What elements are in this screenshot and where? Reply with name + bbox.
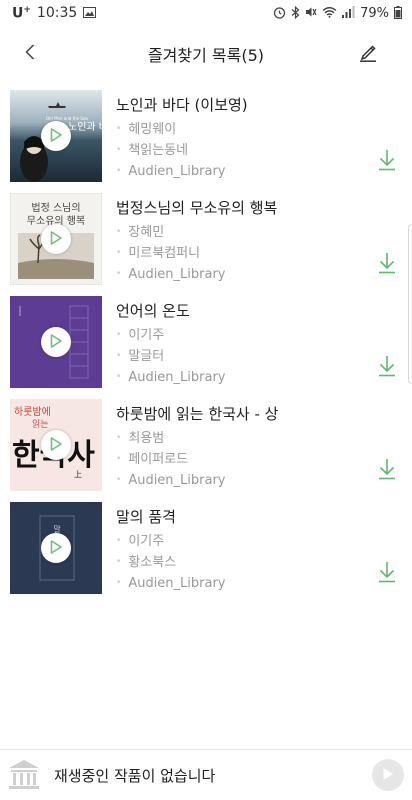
book-title: 언어의 온도 <box>116 302 190 320</box>
mini-player: 재생중인 작품이 없습니다 <box>0 749 412 800</box>
book-author: 이기주 <box>116 532 366 553</box>
cover-subtitle-text: 읽는 <box>32 419 49 430</box>
image-icon <box>83 6 97 20</box>
player-status-text: 재생중인 작품이 없습니다 <box>54 767 216 785</box>
play-icon <box>50 127 62 146</box>
back-button[interactable] <box>16 40 44 68</box>
book-publisher: 황소북스 <box>116 553 366 574</box>
play-button[interactable] <box>41 121 71 151</box>
signal-icon <box>342 6 355 20</box>
book-cover[interactable] <box>10 296 102 388</box>
list-item[interactable]: 말 말의 품격 이기주 황소북스 Audien_Library <box>0 498 412 601</box>
cover-title-text: 노인과 바다 <box>68 121 102 133</box>
library-logo-icon <box>7 758 41 790</box>
list-item[interactable]: 하룻밤에 읽는 한국사 上 하룻밤에 읽는 한국사 - 상 최용범 페이퍼로드 … <box>0 395 412 498</box>
download-icon <box>378 458 396 484</box>
book-author: 장혜민 <box>116 223 366 244</box>
download-button[interactable] <box>376 459 398 483</box>
download-button[interactable] <box>376 150 398 174</box>
list-item[interactable]: 언어의 온도 이기주 말글터 Audien_Library <box>0 292 412 395</box>
book-publisher: 미르북컴퍼니 <box>116 244 366 265</box>
book-library: Audien_Library <box>116 265 366 286</box>
page-title: 즐겨찾기 목록(5) <box>147 46 265 65</box>
download-button[interactable] <box>376 253 398 277</box>
edit-button[interactable] <box>354 40 382 68</box>
download-button[interactable] <box>376 562 398 586</box>
play-icon <box>50 230 62 249</box>
book-library: Audien_Library <box>116 574 366 595</box>
play-button[interactable] <box>41 224 71 254</box>
book-title: 법정스님의 무소유의 행복 <box>116 199 278 217</box>
download-icon <box>378 355 396 381</box>
player-play-button[interactable] <box>372 759 404 791</box>
battery-percent: 79% <box>360 5 389 21</box>
list-item[interactable]: 법정 스님의 무소유의 행복 법정스님의 무소유의 행복 장혜민 미르북컴퍼니 … <box>0 189 412 292</box>
bluetooth-icon <box>291 5 300 21</box>
book-library: Audien_Library <box>116 471 366 492</box>
book-title: 하룻밤에 읽는 한국사 - 상 <box>116 405 279 423</box>
cover-volume-text: 上 <box>74 470 82 479</box>
book-author: 헤밍웨이 <box>116 120 366 141</box>
play-icon <box>382 766 394 785</box>
alarm-icon <box>273 6 286 21</box>
play-button[interactable] <box>41 327 71 357</box>
book-title: 노인과 바다 (이보영) <box>116 96 248 114</box>
status-time: 10:35 <box>36 5 78 21</box>
play-button[interactable] <box>41 430 71 460</box>
chevron-left-icon <box>25 44 35 64</box>
carrier-label: U+ <box>12 4 31 22</box>
favorites-list: 노인과 바다 Old Man and the Sea 노인과 바다 (이보영) … <box>0 86 412 601</box>
book-publisher: 책읽는동네 <box>116 141 366 162</box>
book-cover[interactable]: 하룻밤에 읽는 한국사 上 <box>10 399 102 491</box>
mute-icon <box>305 6 317 20</box>
book-cover[interactable]: 법정 스님의 무소유의 행복 <box>10 193 102 285</box>
download-button[interactable] <box>376 356 398 380</box>
battery-icon <box>394 5 402 21</box>
download-icon <box>378 149 396 175</box>
book-author: 이기주 <box>116 326 366 347</box>
edge-panel-handle[interactable] <box>408 224 412 384</box>
book-publisher: 페이퍼로드 <box>116 450 366 471</box>
app-header: 즐겨찾기 목록(5) <box>0 26 412 82</box>
book-title: 말의 품격 <box>116 508 176 526</box>
pencil-icon <box>359 42 377 66</box>
cover-title-text: 법정 스님의 <box>31 202 80 214</box>
cover-title-text: 하룻밤에 <box>14 405 51 418</box>
list-item[interactable]: 노인과 바다 Old Man and the Sea 노인과 바다 (이보영) … <box>0 86 412 189</box>
wifi-icon <box>322 6 337 20</box>
play-button[interactable] <box>41 533 71 563</box>
book-cover[interactable]: 말 <box>10 502 102 594</box>
book-library: Audien_Library <box>116 162 366 183</box>
book-author: 최용범 <box>116 429 366 450</box>
play-icon <box>50 333 62 352</box>
book-library: Audien_Library <box>116 368 366 389</box>
play-icon <box>50 436 62 455</box>
download-icon <box>378 252 396 278</box>
book-cover[interactable]: 노인과 바다 Old Man and the Sea <box>10 90 102 182</box>
book-publisher: 말글터 <box>116 347 366 368</box>
play-icon <box>50 539 62 558</box>
status-bar: U+ 10:35 79% <box>0 0 412 26</box>
download-icon <box>378 561 396 587</box>
